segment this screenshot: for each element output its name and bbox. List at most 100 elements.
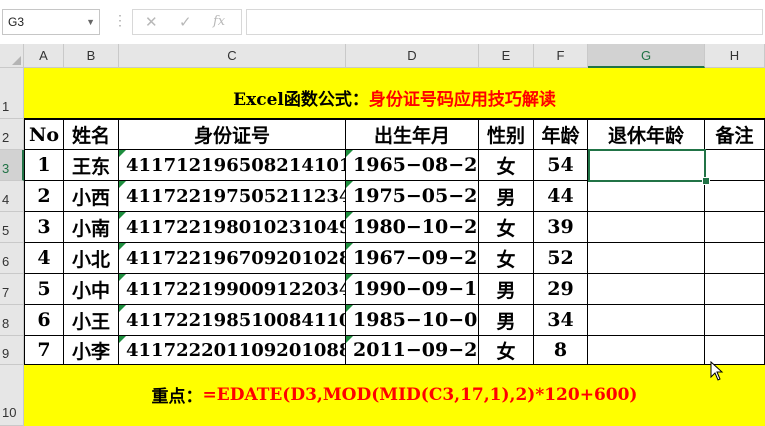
text-number-indicator-icon xyxy=(346,212,353,219)
column-header-a[interactable]: A xyxy=(24,44,64,68)
cell-birth-date[interactable]: 1965−08−21 xyxy=(346,150,491,181)
cell-id-number[interactable]: 411722198510084110 xyxy=(119,305,351,336)
cell-gender[interactable]: 男 xyxy=(479,305,534,336)
row-header-2[interactable]: 2 xyxy=(0,119,24,150)
header-retire-age[interactable]: 退休年龄 xyxy=(588,119,705,150)
row-header-10[interactable]: 10 xyxy=(0,365,24,426)
fill-handle[interactable] xyxy=(702,177,710,185)
column-header-g[interactable]: G xyxy=(588,44,705,68)
cell-birth-date[interactable]: 1985−10−08 xyxy=(346,305,491,336)
footer-banner[interactable]: 重点： =EDATE(D3,MOD(MID(C3,17,1),2)*120+600… xyxy=(24,365,765,426)
cell-id-number[interactable]: 411722196709201028 xyxy=(119,243,351,274)
insert-function-icon[interactable]: fx xyxy=(213,14,225,29)
text-number-indicator-icon xyxy=(346,274,353,281)
cell-id-number[interactable]: 411722201109201088 xyxy=(119,336,351,365)
cell-name[interactable]: 小南 xyxy=(64,212,119,243)
cell-birth-date[interactable]: 1967−09−20 xyxy=(346,243,491,274)
title-banner[interactable]: Excel函数公式： 身份证号码应用技巧解读 xyxy=(24,68,765,119)
cell-birth-date[interactable]: 1975−05−21 xyxy=(346,181,491,212)
cell-no[interactable]: 2 xyxy=(24,181,64,212)
cell-gender[interactable]: 女 xyxy=(479,336,534,365)
cell-retire-age[interactable] xyxy=(588,336,705,365)
cell-name[interactable]: 小王 xyxy=(64,305,119,336)
header-no[interactable]: No xyxy=(24,119,64,150)
header-gender[interactable]: 性别 xyxy=(479,119,534,150)
row-header-1[interactable]: 1 xyxy=(0,68,24,119)
confirm-icon[interactable]: ✓ xyxy=(179,13,192,31)
cell-age[interactable]: 8 xyxy=(534,336,588,365)
cell-birth-date[interactable]: 1980−10−23 xyxy=(346,212,491,243)
cell-no[interactable]: 4 xyxy=(24,243,64,274)
cell-name[interactable]: 小李 xyxy=(64,336,119,365)
row-header-8[interactable]: 8 xyxy=(0,305,24,336)
cell-age[interactable]: 39 xyxy=(534,212,588,243)
cell-note[interactable] xyxy=(705,150,765,181)
cell-retire-age[interactable] xyxy=(588,274,705,305)
cell-gender[interactable]: 男 xyxy=(479,274,534,305)
cell-note[interactable] xyxy=(705,181,765,212)
column-header-b[interactable]: B xyxy=(64,44,119,68)
cell-gender[interactable]: 女 xyxy=(479,212,534,243)
text-number-indicator-icon xyxy=(119,150,126,157)
text-number-indicator-icon xyxy=(346,305,353,312)
cell-name[interactable]: 小北 xyxy=(64,243,119,274)
cell-no[interactable]: 3 xyxy=(24,212,64,243)
cell-birth-date[interactable]: 1990−09−12 xyxy=(346,274,491,305)
row-header-7[interactable]: 7 xyxy=(0,274,24,305)
cell-name[interactable]: 王东 xyxy=(64,150,119,181)
row-header-4[interactable]: 4 xyxy=(0,181,24,212)
name-box[interactable]: G3 ▼ xyxy=(2,9,100,35)
cell-id-number[interactable]: 411722197505211234 xyxy=(119,181,351,212)
select-all-corner[interactable] xyxy=(0,44,24,68)
row-header-5[interactable]: 5 xyxy=(0,212,24,243)
cell-retire-age[interactable] xyxy=(588,243,705,274)
row-header-3[interactable]: 3 xyxy=(0,150,24,181)
cell-gender[interactable]: 男 xyxy=(479,181,534,212)
cell-id-number[interactable]: 411712196508214101 xyxy=(119,150,351,181)
cell-retire-age[interactable] xyxy=(588,212,705,243)
cell-age[interactable]: 29 xyxy=(534,274,588,305)
active-cell-selection[interactable] xyxy=(588,149,706,182)
cell-birth-date[interactable]: 2011−09−20 xyxy=(346,336,491,365)
column-header-d[interactable]: D xyxy=(346,44,479,68)
column-header-e[interactable]: E xyxy=(479,44,534,68)
cell-note[interactable] xyxy=(705,305,765,336)
cell-age[interactable]: 52 xyxy=(534,243,588,274)
name-box-value: G3 xyxy=(8,15,25,29)
cell-age[interactable]: 44 xyxy=(534,181,588,212)
text-number-indicator-icon xyxy=(119,181,126,188)
text-number-indicator-icon xyxy=(119,305,126,312)
header-id-number[interactable]: 身份证号 xyxy=(119,119,346,150)
cell-age[interactable]: 54 xyxy=(534,150,588,181)
formula-input[interactable] xyxy=(246,9,763,35)
cell-no[interactable]: 7 xyxy=(24,336,64,365)
header-note[interactable]: 备注 xyxy=(705,119,765,150)
cell-no[interactable]: 5 xyxy=(24,274,64,305)
row-header-6[interactable]: 6 xyxy=(0,243,24,274)
cancel-icon[interactable]: ✕ xyxy=(145,13,158,31)
cell-gender[interactable]: 女 xyxy=(479,243,534,274)
column-header-c[interactable]: C xyxy=(119,44,346,68)
cell-note[interactable] xyxy=(705,274,765,305)
cell-retire-age[interactable] xyxy=(588,181,705,212)
column-header-h[interactable]: H xyxy=(705,44,765,68)
cell-note[interactable] xyxy=(705,243,765,274)
cell-text: 411722199009122034 xyxy=(126,278,352,300)
drag-handle-icon[interactable]: ⋮ xyxy=(113,12,127,29)
header-name[interactable]: 姓名 xyxy=(64,119,119,150)
cell-age[interactable]: 34 xyxy=(534,305,588,336)
column-header-f[interactable]: F xyxy=(534,44,588,68)
chevron-down-icon[interactable]: ▼ xyxy=(86,10,95,34)
header-age[interactable]: 年龄 xyxy=(534,119,588,150)
cell-name[interactable]: 小西 xyxy=(64,181,119,212)
cell-retire-age[interactable] xyxy=(588,305,705,336)
cell-id-number[interactable]: 411722199009122034 xyxy=(119,274,351,305)
cell-gender[interactable]: 女 xyxy=(479,150,534,181)
cell-id-number[interactable]: 411722198010231049 xyxy=(119,212,351,243)
row-header-9[interactable]: 9 xyxy=(0,336,24,365)
cell-name[interactable]: 小中 xyxy=(64,274,119,305)
cell-no[interactable]: 6 xyxy=(24,305,64,336)
cell-no[interactable]: 1 xyxy=(24,150,64,181)
cell-note[interactable] xyxy=(705,212,765,243)
header-birth-date[interactable]: 出生年月 xyxy=(346,119,479,150)
